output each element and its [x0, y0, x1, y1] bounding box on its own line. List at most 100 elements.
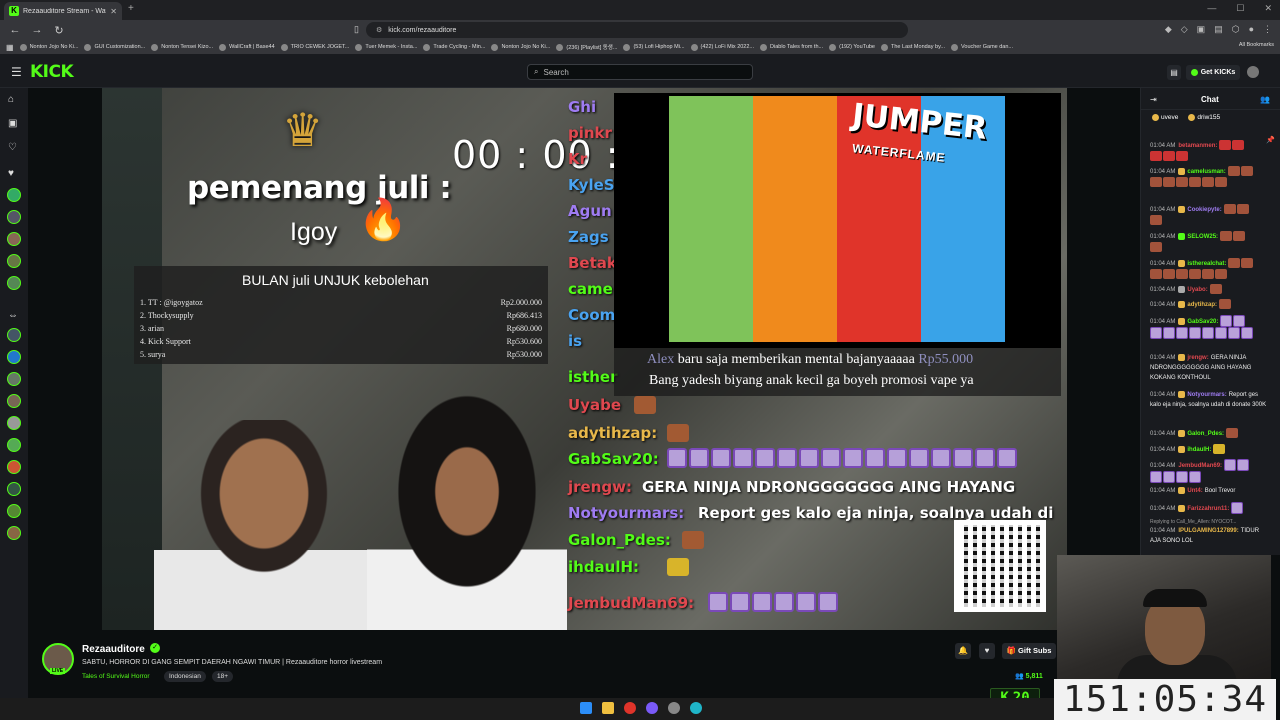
get-kicks-button[interactable]: Get KICKs — [1186, 65, 1240, 80]
close-tab-icon[interactable]: ✕ — [110, 7, 117, 16]
kick-logo[interactable]: KICK — [30, 62, 74, 82]
streamer-right — [367, 378, 567, 630]
overlay-chat-user: Galon_Pdes: — [568, 531, 671, 549]
recommended-channel-avatar[interactable] — [7, 460, 21, 474]
apps-icon[interactable]: ▦ — [6, 43, 14, 52]
hamburger-menu-icon[interactable]: ☰ — [11, 65, 22, 79]
search-input[interactable]: ⌕ Search — [527, 64, 753, 80]
recommended-channel-avatar[interactable] — [7, 482, 21, 496]
home-icon[interactable]: ⌂ — [8, 94, 14, 105]
chrome-icon[interactable] — [668, 702, 680, 714]
extension-icon[interactable]: ⬡ — [1232, 24, 1240, 35]
bookmark-item[interactable]: The Last Monday by... — [881, 43, 945, 51]
following-icon[interactable]: ♡ — [8, 142, 17, 153]
bookmark-item[interactable]: Tuer Memek - Insta... — [355, 43, 417, 51]
collapse-chat-icon[interactable]: ⇥ — [1150, 95, 1157, 104]
emote-icon — [667, 424, 689, 442]
followed-channel-avatar[interactable] — [7, 188, 21, 202]
bookmark-item[interactable]: Diablo Tales from th... — [760, 43, 823, 51]
stream-title: SABTU, HORROR DI GANG SEMPIT DAERAH NGAW… — [82, 659, 383, 666]
follow-heart-icon[interactable]: ♥ — [979, 643, 995, 659]
windows-start-icon[interactable] — [580, 702, 592, 714]
extension-icon[interactable]: ◇ — [1181, 24, 1188, 35]
bookmark-item[interactable]: (236) [Playlist] 동생... — [556, 43, 617, 51]
all-bookmarks[interactable]: All Bookmarks — [1238, 42, 1274, 48]
bookmark-item[interactable]: Voucher Game dan... — [951, 43, 1013, 51]
profile-icon[interactable]: ● — [1249, 24, 1254, 35]
live-badge: LIVE — [50, 668, 66, 674]
theater-mode-icon[interactable]: ▤ — [1167, 65, 1181, 80]
gift-subs-button[interactable]: 🎁 Gift Subs — [1002, 643, 1056, 659]
close-window-icon[interactable]: ✕ — [1264, 3, 1272, 14]
crown-icon: ♛ — [282, 104, 324, 156]
chat-message: 01:04 AM camelusman: — [1150, 166, 1270, 187]
bookmark-item[interactable]: Trade Cycling - Min... — [423, 43, 485, 51]
followed-channel-avatar[interactable] — [7, 232, 21, 246]
top-gifter[interactable]: uveve — [1152, 114, 1178, 121]
followed-channel-avatar[interactable] — [7, 276, 21, 290]
subathon-timer: 151:05:34 — [1054, 679, 1276, 720]
top-gifter[interactable]: driw155 — [1188, 114, 1220, 121]
chat-message: 01:04 AM Galon_Pdes: — [1150, 428, 1270, 439]
viewers-icon: 👥 — [1015, 673, 1026, 680]
chat-message: 01:04 AM SELOW25: — [1150, 231, 1270, 252]
overlay-chat-user: adytihzap: — [568, 424, 658, 442]
recommended-channel-avatar[interactable] — [7, 394, 21, 408]
file-explorer-icon[interactable] — [602, 702, 614, 714]
recommended-channel-avatar[interactable] — [7, 438, 21, 452]
minimize-icon[interactable]: — — [1207, 3, 1216, 14]
bookmark-item[interactable]: Nonton Jojo No Ki... — [19, 43, 78, 51]
recommended-channel-avatar[interactable] — [7, 526, 21, 540]
chat-message: 01:04 AM jrengw: GERA NINJA NDRONGGGGGGGG … — [1150, 353, 1252, 381]
extension-icon[interactable]: ◆ — [1165, 24, 1172, 35]
user-avatar[interactable] — [1247, 66, 1259, 78]
stream-category[interactable]: Tales of Survival Horror — [82, 673, 150, 680]
chat-title: Chat — [1201, 95, 1219, 104]
back-icon[interactable]: ← — [8, 24, 22, 36]
extension-icon[interactable]: ▣ — [1197, 24, 1206, 35]
browser-tab[interactable]: K Rezaauditore Stream - Watch ✕ — [4, 2, 122, 20]
bookmark-item[interactable]: (53) Lofi Hiphop Mi... — [623, 43, 685, 51]
new-tab-icon[interactable]: + — [128, 3, 134, 14]
bookmark-item[interactable]: (192) YouTube — [829, 43, 875, 51]
brave-browser-icon[interactable] — [624, 702, 636, 714]
video-player[interactable]: ♛ pemenang juli : Igoy 🔥 00 : 00 : 00 BU… — [102, 88, 1067, 630]
bookmark-item[interactable]: (422) LoFi Mix 2022... — [690, 43, 754, 51]
reload-icon[interactable]: ↻ — [52, 24, 66, 37]
heart-icon[interactable]: ♥ — [8, 168, 14, 179]
search-icon: ⌕ — [534, 67, 539, 76]
overlay-chat-user: JembudMan69: — [568, 594, 695, 612]
menu-icon[interactable]: ⋮ — [1263, 24, 1272, 35]
maximize-icon[interactable]: ☐ — [1236, 3, 1244, 14]
bookmark-item[interactable]: GUI Customization... — [84, 43, 145, 51]
bookmark-icon[interactable]: ▯ — [354, 24, 359, 35]
chat-message: 01:04 AM isthereaIchat: — [1150, 258, 1270, 279]
edge-icon[interactable] — [690, 702, 702, 714]
recommended-channel-avatar[interactable] — [7, 372, 21, 386]
bookmark-item[interactable]: TRIO CEWEK JOGET... — [280, 43, 349, 51]
recommended-channel-avatar[interactable] — [7, 328, 21, 342]
bookmark-item[interactable]: Nonton Jojo No Ki... — [491, 43, 550, 51]
recommended-channel-avatar[interactable] — [7, 416, 21, 430]
url-field[interactable]: ⚙ kick.com/rezaauditore — [366, 22, 908, 38]
tag-language[interactable]: Indonesian — [164, 671, 206, 682]
tag-mature[interactable]: 18+ — [212, 671, 234, 682]
site-info-icon[interactable]: ⚙ — [376, 26, 382, 34]
extension-icon[interactable]: ▤ — [1214, 24, 1223, 35]
chat-users-icon[interactable]: 👥 — [1260, 95, 1270, 104]
recommended-channel-avatar[interactable] — [7, 350, 21, 364]
winner-name: Igoy — [290, 218, 338, 246]
overlay-chat-user: Zags — [568, 228, 609, 246]
notification-bell-icon[interactable]: 🔔 — [955, 643, 971, 659]
recommended-channel-avatar[interactable] — [7, 504, 21, 518]
forward-icon[interactable]: → — [30, 24, 44, 36]
bookmark-item[interactable]: Nonton Tensei Kizo... — [151, 43, 213, 51]
url-text: kick.com/rezaauditore — [388, 26, 457, 34]
discord-icon[interactable] — [646, 702, 658, 714]
browse-icon[interactable]: ▣ — [8, 118, 17, 129]
followed-channel-avatar[interactable] — [7, 254, 21, 268]
bookmark-item[interactable]: WallCraft | Base44 — [219, 43, 275, 51]
recommended-icon[interactable]: ⇔ — [8, 310, 18, 321]
channel-name[interactable]: Rezaauditore — [82, 644, 145, 655]
followed-channel-avatar[interactable] — [7, 210, 21, 224]
